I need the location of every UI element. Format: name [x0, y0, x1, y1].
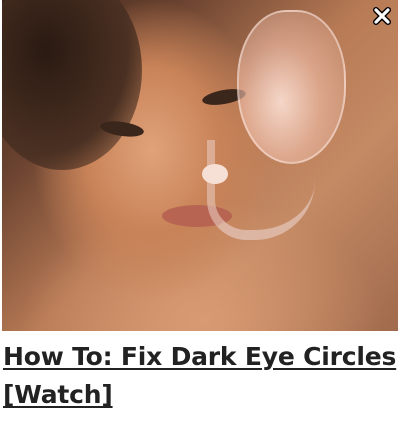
ad-title-link[interactable]: How To: Fix Dark Eye Circles [Watch] [3, 338, 397, 414]
close-button[interactable] [372, 6, 392, 26]
ad-title-text[interactable]: How To: Fix Dark Eye Circles [Watch] [3, 342, 396, 409]
neti-pot-spout [207, 140, 315, 240]
neti-pot-nozzle [202, 164, 228, 184]
hair-shading [2, 0, 142, 170]
ad-image[interactable] [2, 0, 398, 331]
close-icon [373, 7, 391, 25]
